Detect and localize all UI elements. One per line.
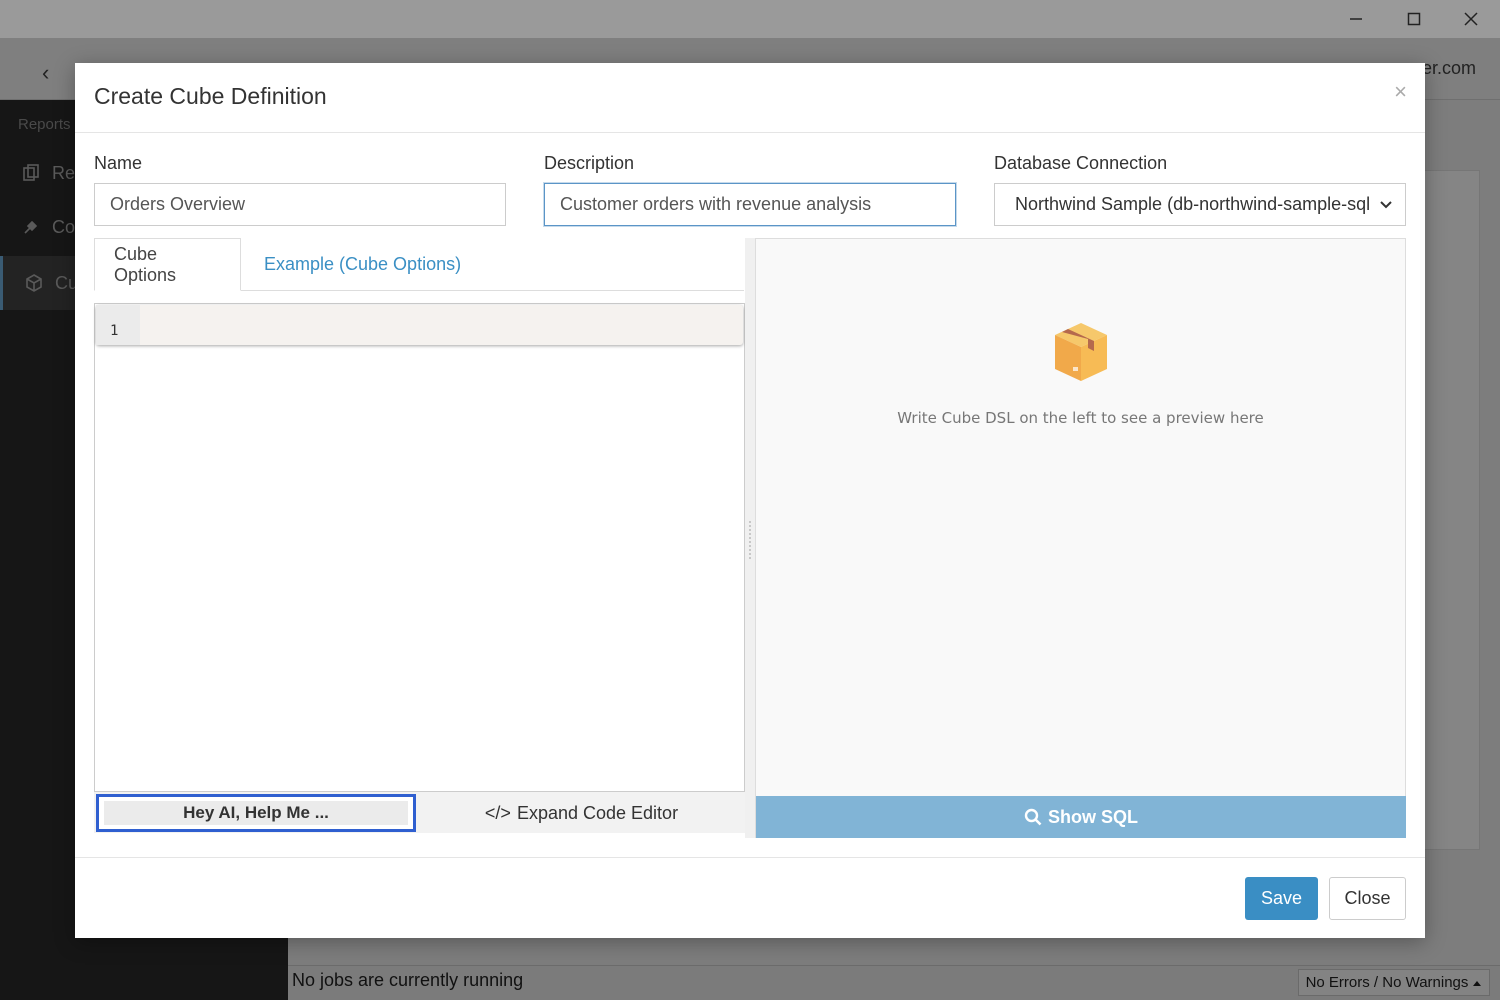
- modal-header: Create Cube Definition ×: [75, 63, 1425, 133]
- status-badge[interactable]: No Errors / No Warnings: [1298, 969, 1490, 996]
- tab-cube-options[interactable]: Cube Options: [94, 238, 241, 291]
- connection-label: Database Connection: [994, 153, 1168, 173]
- caret-up-icon: [1473, 980, 1482, 986]
- show-sql-label: Show SQL: [1048, 806, 1138, 827]
- sidebar-item-label: Re: [52, 162, 76, 183]
- close-icon: [1464, 12, 1478, 26]
- line-number: 1: [96, 305, 140, 345]
- modal-close-button[interactable]: ×: [1394, 79, 1407, 105]
- maximize-button[interactable]: [1385, 0, 1443, 38]
- chevron-down-icon: [1380, 201, 1392, 209]
- cube-icon: [26, 274, 42, 292]
- connection-select-value: Northwind Sample (db-northwind-sample-sq…: [1015, 194, 1370, 214]
- code-editor[interactable]: 1: [94, 303, 745, 833]
- reports-icon: [23, 164, 39, 181]
- expand-code-editor-button[interactable]: </> Expand Code Editor: [419, 792, 744, 834]
- pane-splitter[interactable]: [745, 238, 755, 838]
- minimize-icon: [1350, 18, 1362, 20]
- status-text: No jobs are currently running: [292, 970, 524, 990]
- preview-pane: Write Cube DSL on the left to see a prev…: [755, 238, 1406, 838]
- package-icon: [1055, 323, 1107, 381]
- minimize-button[interactable]: [1327, 0, 1385, 38]
- close-button[interactable]: Close: [1329, 877, 1406, 920]
- description-label: Description: [544, 153, 635, 173]
- sidebar-group-label: Reports: [18, 116, 71, 133]
- window-close-button[interactable]: [1442, 0, 1500, 38]
- plug-icon: [24, 220, 38, 234]
- hey-ai-button-label: Hey AI, Help Me ...: [104, 801, 408, 825]
- connection-select[interactable]: Northwind Sample (db-northwind-sample-sq…: [994, 183, 1406, 226]
- save-button[interactable]: Save: [1245, 877, 1318, 920]
- preview-empty-text: Write Cube DSL on the left to see a prev…: [897, 409, 1264, 427]
- modal-footer-divider: [75, 857, 1425, 858]
- modal-title: Create Cube Definition: [94, 83, 327, 109]
- create-cube-modal: Create Cube Definition × Name Descriptio…: [75, 63, 1425, 938]
- back-icon[interactable]: ‹: [42, 60, 49, 86]
- code-icon: </>: [484, 802, 511, 823]
- sidebar-item-label: Co: [52, 216, 76, 237]
- show-sql-button[interactable]: Show SQL: [756, 796, 1406, 838]
- drag-handle-icon[interactable]: [748, 520, 752, 560]
- user-email: er.com: [1421, 58, 1476, 78]
- description-input[interactable]: [544, 183, 956, 226]
- search-icon: [1024, 808, 1042, 826]
- editor-toolbar: Hey AI, Help Me ... </> Expand Code Edit…: [94, 791, 745, 833]
- expand-code-editor-label: Expand Code Editor: [516, 802, 679, 823]
- status-badge-label: No Errors / No Warnings: [1305, 974, 1469, 991]
- name-input[interactable]: [94, 183, 506, 226]
- name-label: Name: [94, 153, 143, 173]
- tab-example-cube-options[interactable]: Example (Cube Options): [245, 238, 480, 291]
- hey-ai-button[interactable]: Hey AI, Help Me ...: [96, 794, 416, 832]
- editor-line[interactable]: 1: [96, 305, 743, 345]
- window-titlebar: [0, 0, 1500, 38]
- maximize-icon: [1407, 12, 1421, 26]
